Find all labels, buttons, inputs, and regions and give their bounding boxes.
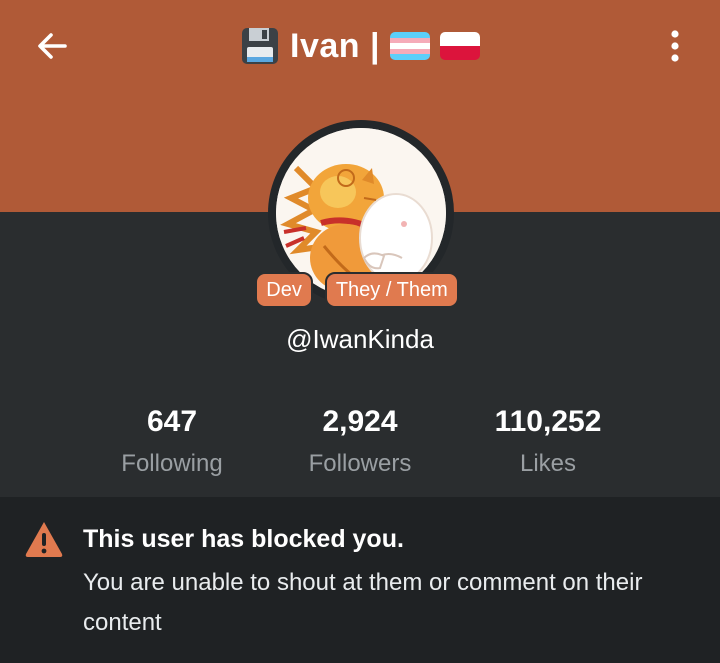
stat-followers[interactable]: 2,924 Followers [270, 400, 450, 482]
stat-following-value: 647 [146, 405, 198, 438]
role-badge[interactable]: Dev [255, 272, 313, 308]
transgender-flag-icon [390, 32, 430, 60]
stat-followers-value: 2,924 [322, 405, 398, 438]
poland-flag-icon [440, 32, 480, 60]
stat-likes-value: 110,252 [494, 405, 602, 438]
stat-following[interactable]: 647 Following [82, 400, 262, 482]
more-vertical-icon [671, 30, 679, 62]
blocked-notice: This user has blocked you. You are unabl… [0, 497, 720, 663]
stat-following-label: Following [121, 450, 223, 477]
floppy-disk-icon [242, 28, 278, 64]
warning-icon [25, 522, 63, 557]
stat-followers-label: Followers [308, 450, 412, 477]
profile-badges: Dev They / Them [0, 272, 717, 308]
profile-title: Ivan | [0, 24, 720, 68]
profile-handle: @IwanKinda [286, 324, 434, 354]
stat-likes-label: Likes [519, 450, 577, 477]
pronouns-badge[interactable]: They / Them [324, 272, 459, 308]
more-options-button[interactable] [655, 24, 695, 68]
blocked-notice-title: This user has blocked you. [83, 525, 404, 553]
profile-stats: 647 Following 2,924 Followers 110,252 Li… [0, 400, 720, 490]
blocked-notice-body: You are unable to shout at them or comme… [83, 569, 643, 636]
stat-likes[interactable]: 110,252 Likes [458, 400, 638, 482]
profile-display-name: Ivan | [290, 26, 380, 65]
